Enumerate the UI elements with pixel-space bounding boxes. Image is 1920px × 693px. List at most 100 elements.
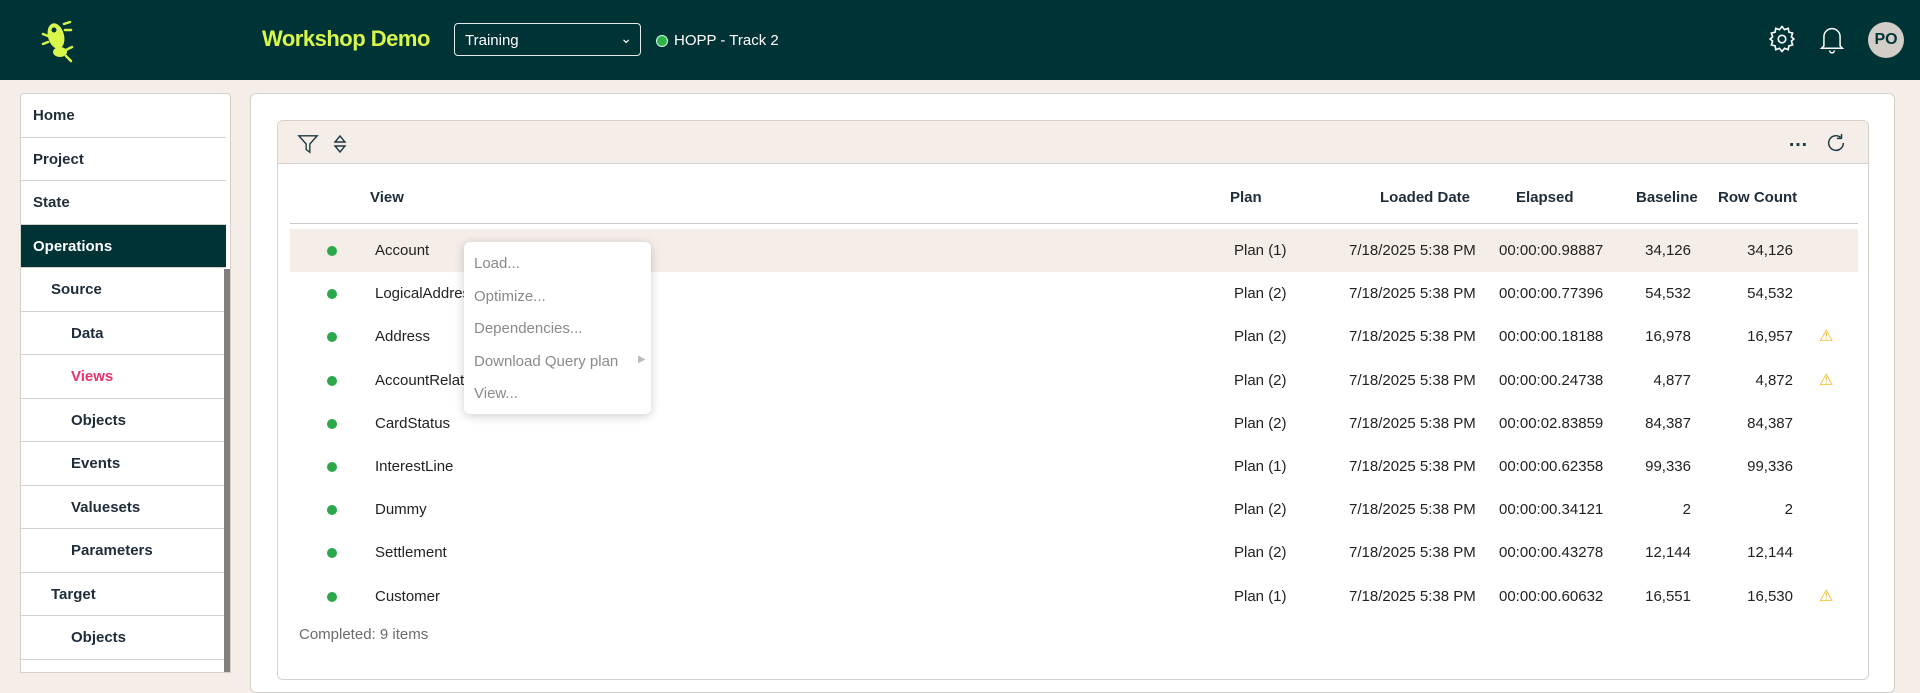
cell-baseline: 12,144 [1645,544,1691,562]
column-header-row-count[interactable]: Row Count [1718,189,1797,206]
menu-item-dependencies[interactable]: Dependencies... [474,320,582,337]
warning-icon: ⚠ [1819,587,1834,605]
cell-row-count: 16,957 [1747,328,1793,346]
bell-icon[interactable] [1818,24,1846,54]
column-header-elapsed[interactable]: Elapsed [1516,189,1574,206]
cell-row-count: 16,530 [1747,587,1793,605]
status-dot-icon [327,246,337,256]
cell-row-count: 84,387 [1747,414,1793,432]
status-dot-icon [327,462,337,472]
connection-label: HOPP - Track 2 [674,32,779,49]
sidebar-item-project[interactable]: Project [21,138,226,181]
sidebar-scrollbar[interactable] [224,269,230,672]
environment-value: Training [465,32,519,49]
cell-view: CardStatus [375,414,451,432]
cell-elapsed: 00:00:00.34121 [1499,501,1604,519]
filter-icon[interactable] [297,133,319,155]
cell-baseline: 16,978 [1645,328,1691,346]
status-dot-icon [327,375,337,386]
sidebar-item-data[interactable]: Data [21,312,226,355]
cell-baseline: 16,551 [1645,587,1691,605]
column-header-plan[interactable]: Plan [1230,189,1262,206]
cell-loaded-date: 7/18/2025 5:38 PM [1349,414,1476,432]
cell-baseline: 54,532 [1645,285,1691,303]
cell-baseline: 4,877 [1653,371,1691,389]
cell-elapsed: 00:00:00.98887 [1499,242,1604,259]
cell-view: Address [375,328,431,346]
column-header-view[interactable]: View [370,189,404,206]
cell-baseline: 84,387 [1645,414,1691,432]
status-dot-icon [327,548,337,559]
cell-plan: Plan (1) [1234,458,1287,475]
sidebar-item-home[interactable]: Home [21,94,226,138]
sidebar: Home Project State Operations Source Dat… [20,93,231,673]
sidebar-item-source[interactable]: Source [21,268,226,312]
cell-baseline: 34,126 [1645,242,1691,259]
sidebar-item-parameters[interactable]: Parameters [21,529,226,573]
top-bar: Workshop Demo Training ⌄ HOPP - Track 2 P… [0,0,1920,80]
cell-elapsed: 00:00:00.60632 [1499,587,1604,605]
sidebar-item-objects[interactable]: Objects [21,399,226,442]
cell-view: Dummy [375,501,427,519]
cell-row-count: 2 [1784,501,1793,519]
cell-view: Customer [375,587,441,605]
table-row[interactable]: InterestLine Plan (1) 7/18/2025 5:38 PM 00:… [290,445,1858,488]
sidebar-item-target-objects[interactable]: Objects [21,616,226,660]
grid-status: Completed: 9 items [299,626,429,643]
submenu-arrow-icon: ▶ [638,354,646,365]
status-dot-icon [327,505,337,516]
table-row[interactable]: Settlement Plan (2) 7/18/2025 5:38 PM 00:00… [290,531,1858,574]
cell-view: Settlement [375,544,447,562]
warning-icon: ⚠ [1819,371,1834,389]
environment-select[interactable]: Training ⌄ [454,23,641,56]
table-row[interactable]: Dummy Plan (2) 7/18/2025 5:38 PM 00:00:00.3… [290,488,1858,531]
menu-item-optimize[interactable]: Optimize... [474,288,546,305]
cell-elapsed: 00:00:00.43278 [1499,544,1604,562]
menu-item-view[interactable]: View... [474,385,518,402]
gear-icon[interactable] [1767,24,1797,54]
cell-loaded-date: 7/18/2025 5:38 PM [1349,371,1476,389]
cell-loaded-date: 7/18/2025 5:38 PM [1349,587,1476,605]
status-dot-icon [327,591,337,602]
cell-baseline: 2 [1682,501,1691,519]
sort-icon[interactable] [333,134,347,154]
sidebar-item-valuesets[interactable]: Valuesets [21,486,226,529]
cell-elapsed: 00:00:00.62358 [1499,458,1604,475]
sidebar-item-state[interactable]: State [21,181,226,225]
cell-row-count: 4,872 [1755,371,1793,389]
cell-row-count: 34,126 [1747,242,1793,259]
cell-plan: Plan (2) [1234,371,1287,389]
cell-row-count: 54,532 [1747,285,1793,303]
cell-loaded-date: 7/18/2025 5:38 PM [1349,328,1476,346]
user-avatar[interactable]: PO [1868,22,1904,58]
column-header-baseline[interactable]: Baseline [1636,189,1698,206]
cell-loaded-date: 7/18/2025 5:38 PM [1349,544,1476,562]
status-dot-icon [656,34,668,47]
cell-view: Account [375,242,430,259]
cell-view: LogicalAddress [375,285,478,303]
cell-plan: Plan (2) [1234,501,1287,519]
cell-plan: Plan (2) [1234,328,1287,346]
refresh-icon[interactable] [1825,132,1847,154]
cell-elapsed: 00:00:02.83859 [1499,414,1604,432]
menu-item-load[interactable]: Load... [474,255,520,272]
cell-row-count: 99,336 [1747,458,1793,475]
status-dot-icon [327,289,337,300]
menu-item-download-query-plan[interactable]: Download Query plan [474,353,618,370]
context-menu: Load... Optimize... Dependencies... Down… [464,242,651,414]
chevron-down-icon: ⌄ [620,30,632,46]
column-header-loaded-date[interactable]: Loaded Date [1380,189,1470,206]
sidebar-item-views[interactable]: Views [21,355,226,399]
header-divider [290,223,1858,224]
more-icon[interactable]: … [1788,129,1808,152]
cell-plan: Plan (2) [1234,285,1287,303]
sidebar-item-target[interactable]: Target [21,573,226,616]
sidebar-item-events[interactable]: Events [21,442,226,486]
table-row[interactable]: Customer Plan (1) 7/18/2025 5:38 PM 00:00:0… [290,575,1858,618]
cell-plan: Plan (2) [1234,414,1287,432]
sidebar-item-operations[interactable]: Operations [21,224,226,268]
grid-toolbar: … [278,121,1868,164]
warning-icon: ⚠ [1819,328,1834,346]
cell-loaded-date: 7/18/2025 5:38 PM [1349,458,1476,475]
cell-loaded-date: 7/18/2025 5:38 PM [1349,285,1476,303]
